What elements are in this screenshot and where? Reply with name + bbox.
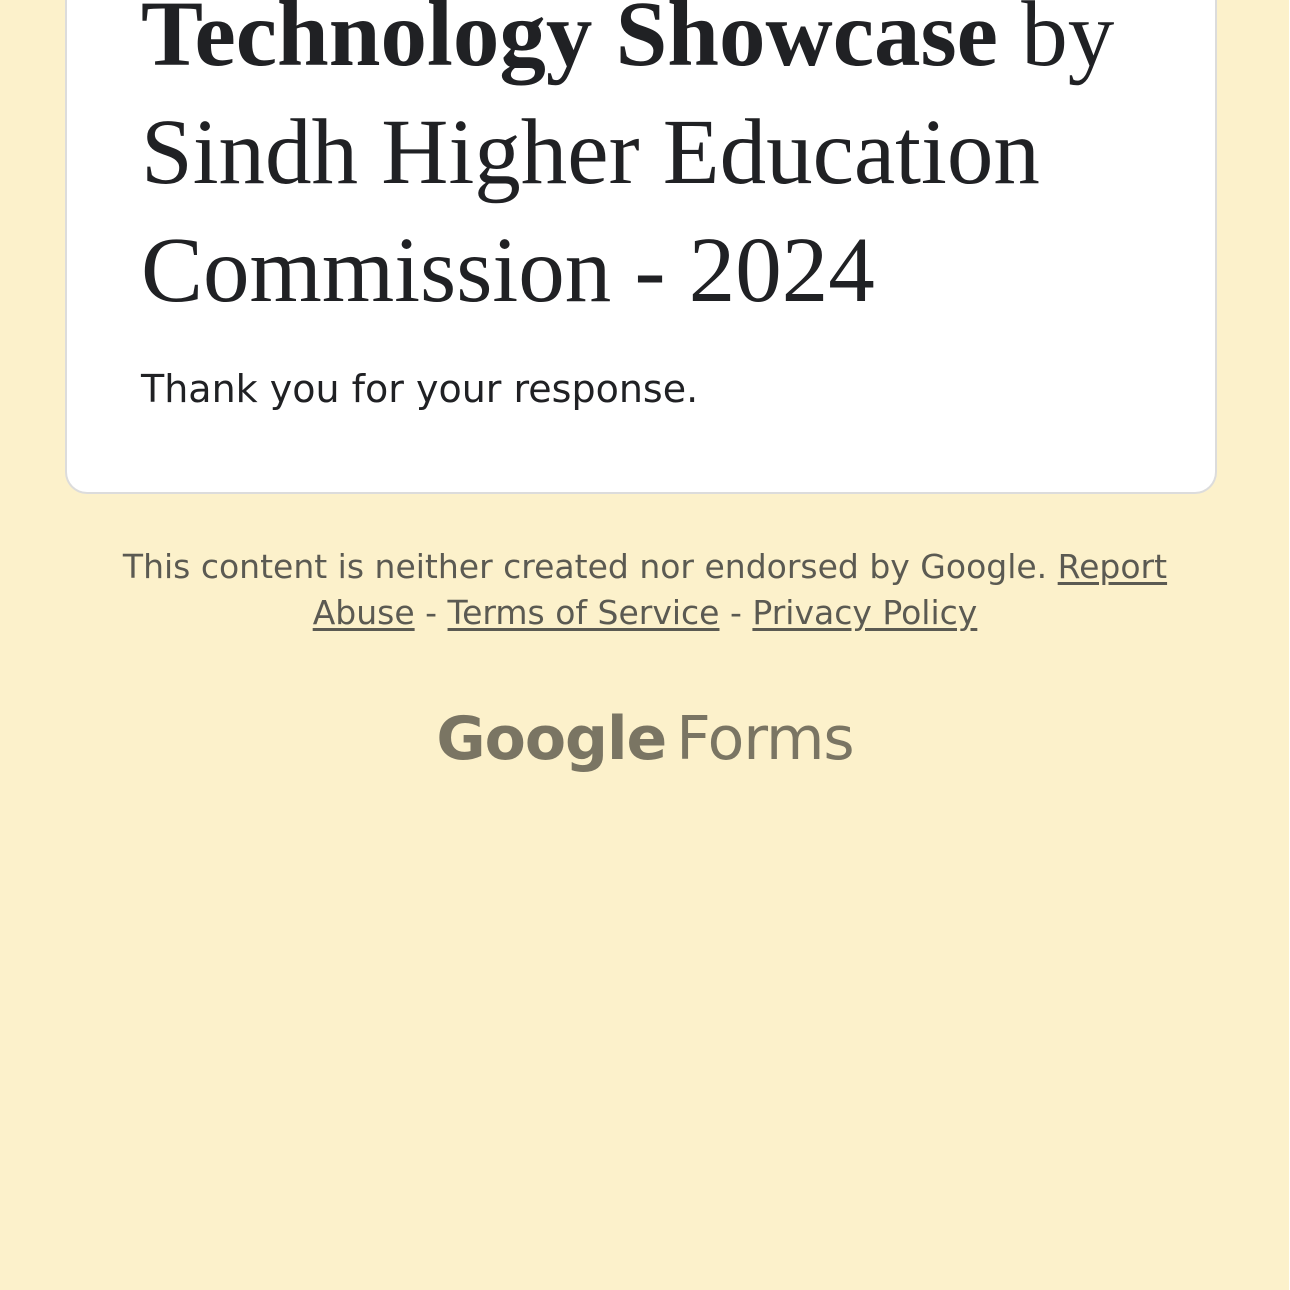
form-title: Technology Showcase by Sindh Higher Educ… xyxy=(141,0,1211,330)
privacy-policy-link[interactable]: Privacy Policy xyxy=(752,593,977,632)
footer-separator-1: - xyxy=(425,593,438,632)
form-title-line-1: Technology Showcase by xyxy=(141,0,1211,94)
google-wordmark: Google xyxy=(436,704,667,774)
report-abuse-link-part-1[interactable]: Report xyxy=(1058,547,1167,586)
response-card: Technology Showcase by Sindh Higher Educ… xyxy=(65,0,1217,494)
form-title-rest: by xyxy=(997,0,1115,86)
form-title-bold: Technology Showcase xyxy=(141,0,998,86)
footer-separator-2: - xyxy=(729,593,742,632)
footer-disclaimer: This content is neither created nor endo… xyxy=(0,544,1290,636)
report-abuse-link-part-2[interactable]: Abuse xyxy=(313,593,415,632)
disclaimer-text: This content is neither created nor endo… xyxy=(122,547,1048,586)
disclaimer-line-1: This content is neither created nor endo… xyxy=(0,544,1290,590)
disclaimer-line-2: Abuse - Terms of Service - Privacy Polic… xyxy=(0,590,1290,636)
google-forms-logo[interactable]: Google Forms xyxy=(0,694,1290,784)
confirmation-message: Thank you for your response. xyxy=(141,367,699,411)
form-title-line-2: Sindh Higher Education xyxy=(141,101,1040,204)
forms-wordmark: Forms xyxy=(676,704,854,774)
form-title-line-3: Commission - 2024 xyxy=(141,219,875,322)
terms-of-service-link[interactable]: Terms of Service xyxy=(448,593,720,632)
